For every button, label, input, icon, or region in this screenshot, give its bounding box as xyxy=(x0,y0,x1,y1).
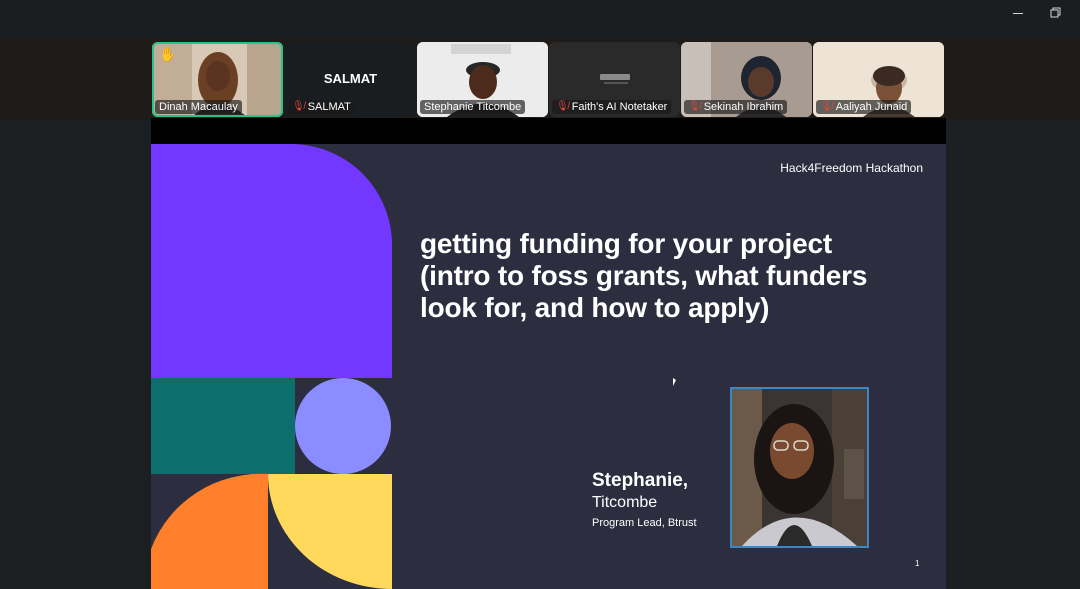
participant-name-tag: 🎙︎̸ Aaliyah Junaid xyxy=(816,100,912,114)
mic-muted-icon: 🎙︎̸ xyxy=(556,101,569,112)
participant-avatar-text: SALMAT xyxy=(323,71,378,86)
participant-tile-aaliyah-junaid[interactable]: 🎙︎̸ Aaliyah Junaid xyxy=(813,42,944,117)
slide-title-line: (intro to foss grants, what funders xyxy=(420,260,868,291)
participant-tile-salmat[interactable]: SALMAT 🎙︎̸ SALMAT xyxy=(285,42,416,117)
slide-page-number: 1 xyxy=(915,559,920,568)
orange-shape xyxy=(151,473,268,589)
shared-slide: Hack4Freedom Hackathon getting funding f… xyxy=(151,144,946,589)
raised-hand-icon: ✋ xyxy=(159,46,177,62)
slide-title-line: look for, and how to apply) xyxy=(420,292,770,323)
restore-button[interactable] xyxy=(1040,2,1072,24)
mic-muted-icon: 🎙︎̸ xyxy=(820,101,833,112)
participant-tile-ai-notetaker[interactable]: 🎙︎̸ Faith's AI Notetaker xyxy=(549,42,680,117)
notetaker-logo xyxy=(600,74,630,80)
speaker-photo xyxy=(730,387,869,548)
participant-tile-stephanie-titcombe[interactable]: Stephanie Titcombe xyxy=(417,42,548,117)
yellow-shape xyxy=(268,474,392,589)
participant-tile-sekinah-ibrahim[interactable]: 🎙︎̸ Sekinah Ibrahim xyxy=(681,42,812,117)
teal-shape xyxy=(151,378,295,474)
speaker-last-name: Titcombe xyxy=(592,494,658,511)
notetaker-logo-sub xyxy=(604,82,628,84)
minimize-button[interactable] xyxy=(1002,2,1034,24)
slide-title: getting funding for your project (intro … xyxy=(420,228,940,324)
slide-title-line: getting funding for your project xyxy=(420,228,833,259)
mic-muted-icon: 🎙︎̸ xyxy=(292,101,305,112)
speaker-role: Program Lead, Btrust xyxy=(592,517,697,529)
slide-header: Hack4Freedom Hackathon xyxy=(780,161,923,175)
restore-icon xyxy=(1050,7,1061,18)
speaker-first-name: Stephanie, xyxy=(592,470,689,491)
minimize-icon xyxy=(1013,12,1023,14)
title-bar xyxy=(0,0,1080,38)
mic-muted-icon: 🎙︎̸ xyxy=(688,101,701,112)
participant-name-tag: 🎙︎̸ Sekinah Ibrahim xyxy=(684,100,788,114)
purple-shape xyxy=(151,144,392,378)
participant-name-tag: Dinah Macaulay xyxy=(155,100,242,114)
participant-name-tag: 🎙︎̸ Faith's AI Notetaker xyxy=(552,100,672,114)
share-top-bar xyxy=(151,118,946,144)
periwinkle-circle xyxy=(295,378,391,474)
participant-tile-dinah-macaulay[interactable]: ✋ Dinah Macaulay xyxy=(152,42,283,117)
participant-name-tag: Stephanie Titcombe xyxy=(420,100,526,114)
mouse-cursor xyxy=(673,378,676,386)
participant-name-tag: 🎙︎̸ SALMAT xyxy=(288,100,355,114)
